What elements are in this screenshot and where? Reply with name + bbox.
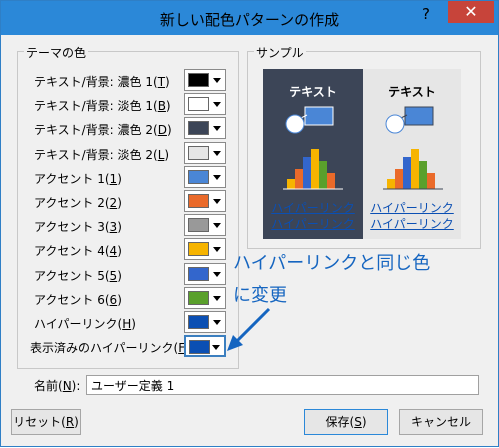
color-picker-button[interactable] [184,166,226,188]
title-bar: 新しい配色パターンの作成 ? ✕ [1,1,498,35]
color-swatch [189,340,210,354]
theme-color-label: テキスト/背景: 淡色 2(L) [34,148,170,162]
theme-color-label: アクセント 2(2) [34,196,122,210]
theme-color-label: テキスト/背景: 濃色 2(D) [34,123,172,137]
color-picker-button[interactable] [184,93,226,115]
dropdown-arrow-icon [213,78,221,83]
color-swatch [188,315,209,329]
sample-preview-light: テキスト ハイパーリンク ハイパーリンク [363,69,461,239]
theme-color-label: アクセント 3(3) [34,220,122,234]
theme-color-label: アクセント 5(5) [34,269,122,283]
color-swatch [188,242,209,256]
theme-color-label: テキスト/背景: 濃色 1(T) [34,75,170,89]
cancel-button[interactable]: キャンセル [399,409,483,435]
color-picker-button[interactable] [184,117,226,139]
color-picker-button[interactable] [184,238,226,260]
dropdown-arrow-icon [213,126,221,131]
dropdown-arrow-icon [213,102,221,107]
color-swatch [188,121,209,135]
sample-dark-link-1: ハイパーリンク [271,201,355,215]
theme-colors-title: テーマの色 [24,44,89,61]
theme-color-label: アクセント 1(1) [34,172,122,186]
color-swatch [188,267,209,281]
close-button[interactable]: ✕ [448,1,494,23]
color-swatch [188,218,209,232]
reset-button[interactable]: リセット(R) [11,409,81,435]
dropdown-arrow-icon [212,345,220,350]
dropdown-arrow-icon [213,175,221,180]
sample-title: サンプル [254,44,306,61]
theme-color-label: テキスト/背景: 淡色 1(B) [34,99,171,113]
dropdown-arrow-icon [213,272,221,277]
sample-preview-dark: テキスト ハイパーリンク ハイパーリンク [263,69,363,239]
sample-light-link-2: ハイパーリンク [370,217,454,231]
dropdown-arrow-icon [213,296,221,301]
annotation-line-1: ハイパーリンクと同じ色 [233,253,431,274]
color-swatch [188,97,209,111]
color-picker-button[interactable] [184,311,226,333]
name-label: 名前(N): [34,379,81,393]
color-picker-button[interactable] [184,263,226,285]
annotation-line-2: に変更 [233,285,287,306]
save-button[interactable]: 保存(S) [304,409,388,435]
color-picker-button[interactable] [184,335,226,357]
color-swatch [188,146,209,160]
help-button[interactable]: ? [414,3,438,27]
color-swatch [188,73,209,87]
color-swatch [188,291,209,305]
dropdown-arrow-icon [213,247,221,252]
sample-light-link-1: ハイパーリンク [370,201,454,215]
theme-color-label: 表示済みのハイパーリンク(F) [30,341,190,355]
color-swatch [188,170,209,184]
dropdown-arrow-icon [213,223,221,228]
dropdown-arrow-icon [213,151,221,156]
color-picker-button[interactable] [184,214,226,236]
color-picker-button[interactable] [184,287,226,309]
annotation-callout: ハイパーリンクと同じ色 に変更 [233,248,430,312]
theme-color-label: ハイパーリンク(H) [34,317,136,331]
dropdown-arrow-icon [213,199,221,204]
dialog-window: 新しい配色パターンの作成 ? ✕ テーマの色 テキスト/背景: 濃色 1(T) テ… [0,0,499,447]
dropdown-arrow-icon [213,320,221,325]
theme-color-label: アクセント 6(6) [34,293,122,307]
theme-color-label: アクセント 4(4) [34,244,122,258]
color-picker-button[interactable] [184,69,226,91]
name-input[interactable]: ユーザー定義 1 [86,375,479,395]
color-swatch [188,194,209,208]
color-picker-button[interactable] [184,142,226,164]
sample-dark-link-2: ハイパーリンク [271,217,355,231]
color-picker-button[interactable] [184,190,226,212]
